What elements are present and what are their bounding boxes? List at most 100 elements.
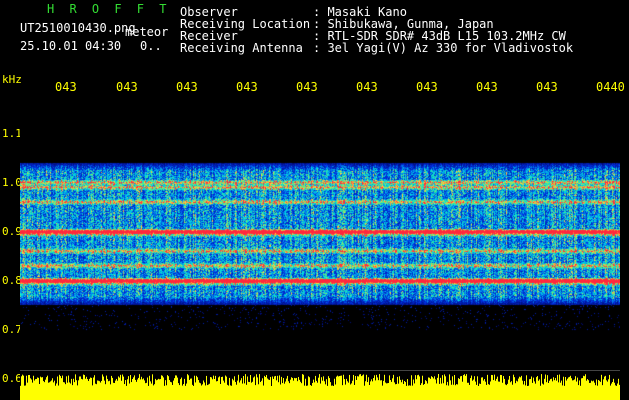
- audio-level-bar: [350, 384, 351, 400]
- audio-level-bar: [565, 377, 566, 400]
- audio-level-bar: [33, 375, 34, 400]
- audio-level-bar: [322, 380, 323, 400]
- audio-level-bar: [256, 374, 257, 400]
- audio-level-bar: [252, 381, 253, 400]
- audio-level-bar: [76, 380, 77, 400]
- audio-level-bar: [137, 379, 138, 400]
- audio-level-bar: [365, 381, 366, 400]
- audio-level-bar: [310, 385, 311, 400]
- audio-level-bar: [571, 378, 572, 400]
- audio-level-bar: [205, 385, 206, 400]
- audio-level-bar: [180, 379, 181, 400]
- audio-level-bar: [383, 380, 384, 400]
- audio-level-bar: [498, 381, 499, 400]
- audio-level-bar: [512, 384, 513, 400]
- audio-level-bar: [528, 385, 529, 400]
- audio-level-bar: [250, 375, 251, 400]
- audio-level-bar: [301, 383, 302, 400]
- spectrogram: [20, 97, 620, 400]
- audio-level-bar: [471, 375, 472, 400]
- audio-level-bar: [501, 375, 502, 400]
- audio-level-bar: [181, 377, 182, 400]
- audio-level-bar: [23, 375, 24, 400]
- x-tick-label: 043: [236, 80, 258, 94]
- audio-level-bar: [68, 375, 69, 400]
- audio-level-bar: [89, 378, 90, 400]
- audio-level-bar: [262, 378, 263, 400]
- audio-level-bar: [269, 379, 270, 400]
- audio-level-bar: [261, 380, 262, 400]
- audio-level-bar: [102, 374, 103, 400]
- audio-level-bar: [550, 379, 551, 400]
- audio-level-bar: [107, 378, 108, 400]
- audio-level-bar: [483, 380, 484, 400]
- audio-level-bar: [599, 380, 600, 400]
- audio-level-bar: [24, 385, 25, 400]
- audio-level-bar: [69, 382, 70, 400]
- audio-level-bar: [311, 385, 312, 400]
- audio-level-bar: [38, 377, 39, 400]
- audio-level-bar: [167, 375, 168, 400]
- audio-level-bar: [579, 380, 580, 400]
- audio-level-bar: [26, 375, 27, 400]
- audio-level-bar: [132, 379, 133, 400]
- audio-level-bar: [546, 382, 547, 400]
- audio-level-bar: [113, 382, 114, 400]
- x-tick-label: 043: [176, 80, 198, 94]
- audio-level-bar: [334, 378, 335, 400]
- audio-level-bar: [145, 383, 146, 400]
- audio-level-bar: [331, 385, 332, 400]
- audio-level-bar: [370, 381, 371, 400]
- audio-level-bar: [101, 380, 102, 400]
- audio-level-bar: [190, 378, 191, 400]
- audio-level-bar: [198, 380, 199, 400]
- audio-level-bar: [353, 374, 354, 400]
- audio-level-bar: [241, 378, 242, 400]
- audio-level-bar: [244, 383, 245, 400]
- audio-level-bar: [99, 381, 100, 400]
- audio-level-bar: [410, 385, 411, 400]
- audio-level-bar: [480, 383, 481, 400]
- x-tick-label: 043: [116, 80, 138, 94]
- audio-level-bar: [419, 376, 420, 400]
- audio-level-bar: [496, 378, 497, 400]
- audio-level-bar: [429, 377, 430, 400]
- audio-level-bar: [116, 378, 117, 400]
- audio-level-bar: [405, 381, 406, 400]
- audio-level-bar: [213, 375, 214, 400]
- audio-level-bar: [436, 383, 437, 400]
- audio-level-bar: [268, 379, 269, 400]
- audio-level-bar: [56, 383, 57, 400]
- audio-level-bar: [473, 379, 474, 400]
- audio-level-bar: [492, 375, 493, 400]
- audio-level-bar: [147, 377, 148, 400]
- audio-level-bar: [274, 376, 275, 400]
- audio-level-bar: [376, 374, 377, 400]
- audio-level-bar: [152, 374, 153, 400]
- audio-level-bar: [535, 383, 536, 400]
- audio-level-bar: [21, 376, 22, 400]
- audio-level-bar: [356, 379, 357, 400]
- audio-level-bar: [302, 374, 303, 400]
- audio-level-bar: [543, 384, 544, 400]
- audio-level-bar: [303, 374, 304, 400]
- audio-level-bar: [278, 382, 279, 400]
- audio-level-bar: [521, 375, 522, 400]
- audio-level-bar: [452, 376, 453, 400]
- audio-level-bar: [276, 380, 277, 400]
- audio-level-bar: [292, 377, 293, 400]
- audio-level-bar: [215, 375, 216, 400]
- audio-level-bar: [199, 382, 200, 400]
- antenna-value: : 3el Yagi(V) Az 330 for Vladivostok: [313, 41, 574, 55]
- audio-level-bar: [379, 374, 380, 400]
- audio-level-bar: [569, 376, 570, 400]
- audio-level-bar: [412, 385, 413, 400]
- audio-level-bar: [345, 384, 346, 400]
- audio-level-bar: [192, 384, 193, 400]
- audio-level-bar: [352, 380, 353, 400]
- audio-level-bar: [548, 382, 549, 400]
- audio-level-bar: [36, 378, 37, 400]
- audio-level-bar: [219, 376, 220, 400]
- audio-level-bar: [67, 382, 68, 400]
- audio-level-bar: [557, 374, 558, 400]
